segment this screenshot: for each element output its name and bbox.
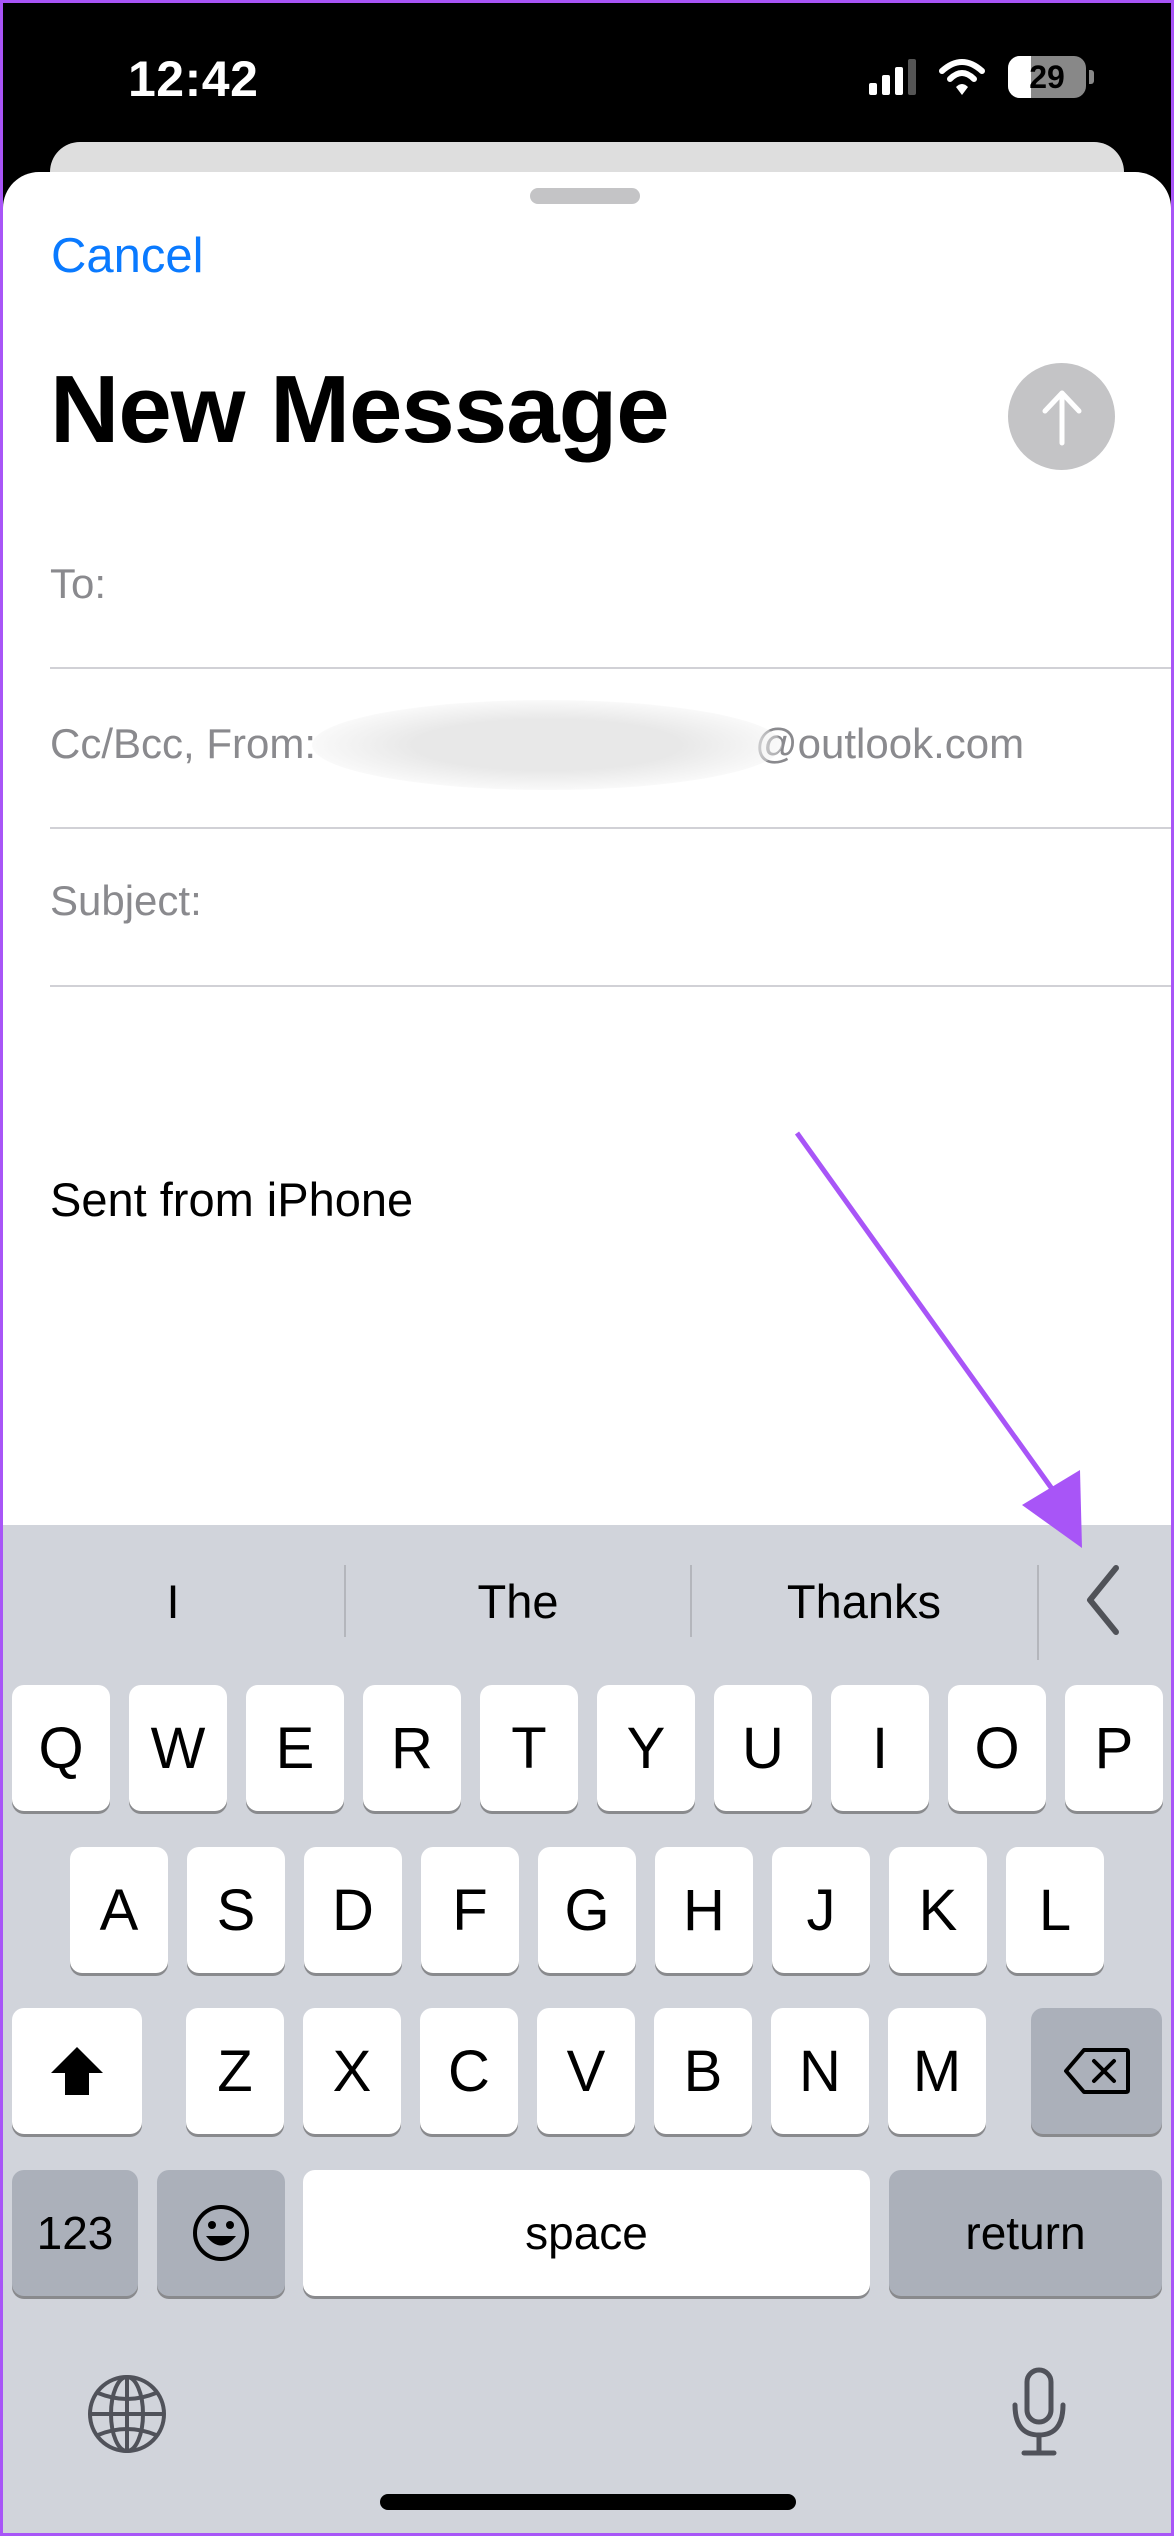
- key-b[interactable]: B: [654, 2008, 752, 2134]
- arrow-up-icon: [1042, 390, 1081, 445]
- wifi-icon: [939, 59, 985, 95]
- battery-icon: 29: [1008, 56, 1094, 98]
- suggestion-divider: [1037, 1565, 1039, 1660]
- battery-percent: 29: [1029, 58, 1065, 95]
- divider: [50, 667, 1171, 669]
- delete-key[interactable]: [1031, 2008, 1162, 2134]
- key-d[interactable]: D: [304, 1847, 402, 1973]
- key-g[interactable]: G: [538, 1847, 636, 1973]
- to-label: To:: [50, 560, 107, 607]
- microphone-icon[interactable]: [1010, 2367, 1068, 2457]
- key-q[interactable]: Q: [12, 1685, 110, 1811]
- key-c[interactable]: C: [420, 2008, 518, 2134]
- key-o[interactable]: O: [948, 1685, 1046, 1811]
- message-body[interactable]: Sent from iPhone: [50, 1172, 413, 1227]
- return-key[interactable]: return: [889, 2170, 1162, 2296]
- space-key[interactable]: space: [303, 2170, 870, 2296]
- status-icons: 29: [869, 56, 1094, 98]
- cc-from-label: Cc/Bcc, From:: [50, 720, 317, 767]
- cancel-button[interactable]: Cancel: [51, 228, 204, 284]
- page-title: New Message: [50, 356, 670, 463]
- key-t[interactable]: T: [480, 1685, 578, 1811]
- to-field[interactable]: To:: [50, 560, 1174, 608]
- emoji-icon: [193, 2205, 249, 2261]
- key-w[interactable]: W: [129, 1685, 227, 1811]
- key-x[interactable]: X: [303, 2008, 401, 2134]
- send-button[interactable]: [1008, 363, 1115, 470]
- numbers-key[interactable]: 123: [12, 2170, 138, 2296]
- key-u[interactable]: U: [714, 1685, 812, 1811]
- globe-icon[interactable]: [86, 2373, 168, 2455]
- suggestion-1[interactable]: I: [3, 1565, 343, 1637]
- cellular-signal-icon: [869, 59, 916, 95]
- from-email: @outlook.com: [755, 720, 1025, 767]
- status-time: 12:42: [128, 51, 259, 107]
- key-z[interactable]: Z: [186, 2008, 284, 2134]
- key-v[interactable]: V: [537, 2008, 635, 2134]
- subject-label: Subject:: [50, 877, 202, 924]
- delete-backspace-icon: [1063, 2048, 1130, 2094]
- key-e[interactable]: E: [246, 1685, 344, 1811]
- redacted-email-blur: [312, 700, 782, 790]
- key-p[interactable]: P: [1065, 1685, 1163, 1811]
- chevron-left-icon[interactable]: [1080, 1562, 1126, 1638]
- key-k[interactable]: K: [889, 1847, 987, 1973]
- suggestion-3[interactable]: Thanks: [692, 1565, 1036, 1637]
- status-bar: 12:42 29: [0, 0, 1174, 140]
- shift-key[interactable]: [12, 2008, 142, 2134]
- sheet-grabber[interactable]: [530, 188, 640, 204]
- key-r[interactable]: R: [363, 1685, 461, 1811]
- home-indicator: [380, 2494, 796, 2510]
- key-h[interactable]: H: [655, 1847, 753, 1973]
- subject-field[interactable]: Subject:: [50, 877, 1174, 925]
- key-y[interactable]: Y: [597, 1685, 695, 1811]
- key-l[interactable]: L: [1006, 1847, 1104, 1973]
- key-f[interactable]: F: [421, 1847, 519, 1973]
- emoji-key[interactable]: [157, 2170, 285, 2296]
- shift-icon: [51, 2047, 103, 2095]
- divider: [50, 985, 1171, 987]
- key-m[interactable]: M: [888, 2008, 986, 2134]
- suggestion-2[interactable]: The: [346, 1565, 690, 1637]
- key-a[interactable]: A: [70, 1847, 168, 1973]
- key-j[interactable]: J: [772, 1847, 870, 1973]
- key-i[interactable]: I: [831, 1685, 929, 1811]
- key-s[interactable]: S: [187, 1847, 285, 1973]
- divider: [50, 827, 1171, 829]
- key-n[interactable]: N: [771, 2008, 869, 2134]
